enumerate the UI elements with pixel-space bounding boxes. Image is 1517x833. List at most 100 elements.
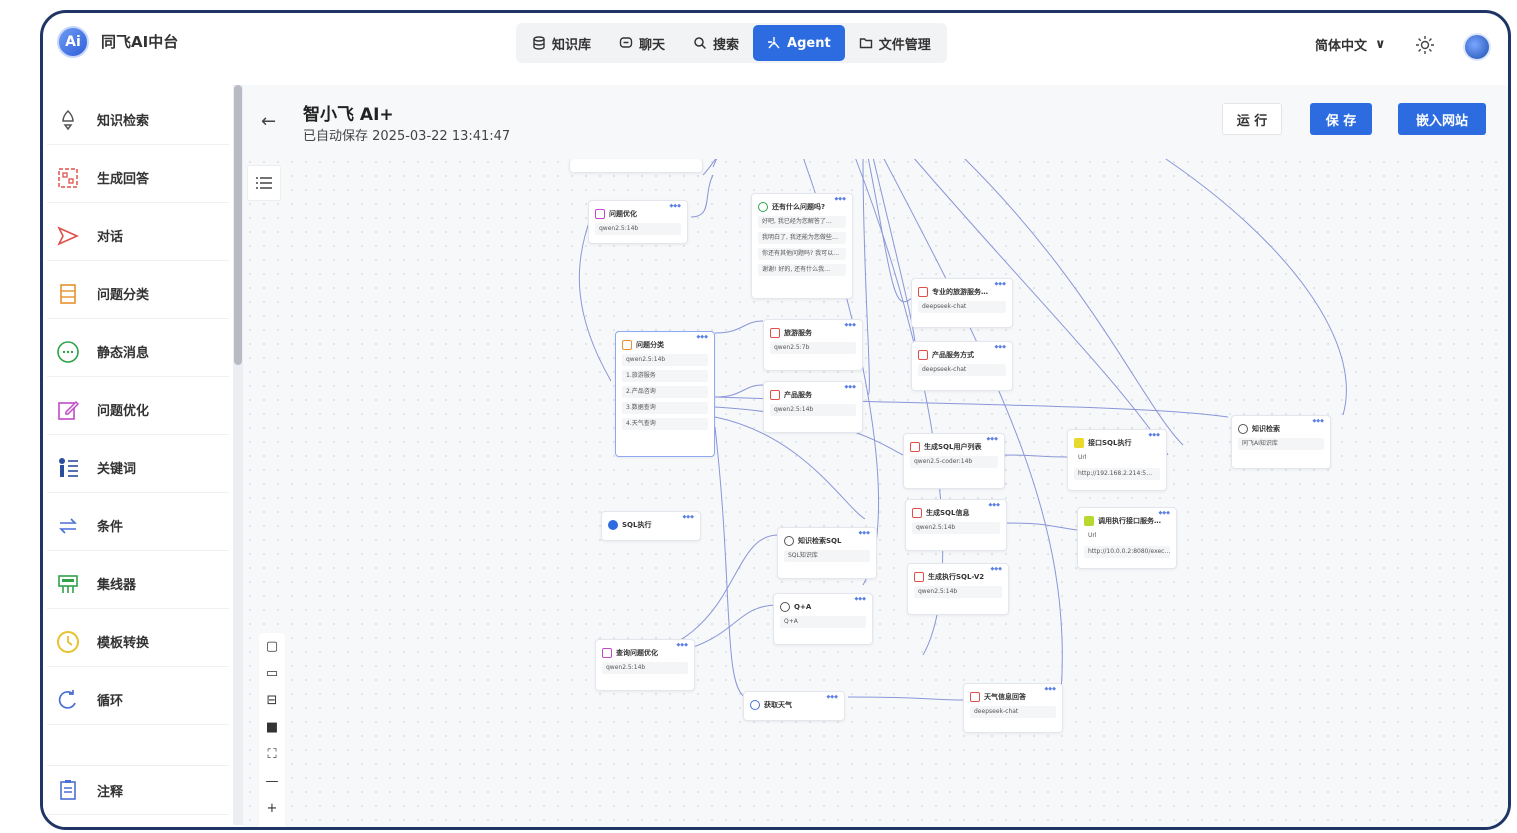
flow-node[interactable]: ◆◆◆ 接口SQL执行 Url http://192.168.2.214:5… xyxy=(1067,429,1167,491)
node-field: qwen2.5:14b xyxy=(912,522,1000,534)
back-arrow-icon[interactable]: ← xyxy=(261,111,276,132)
node-field: 谢谢! 好的, 还有什么我… xyxy=(758,264,846,276)
generate-icon xyxy=(914,572,924,582)
node-tag: ◆◆◆ xyxy=(844,384,856,390)
edit-icon xyxy=(55,397,81,423)
palette-item-keyword[interactable]: 关键词 xyxy=(47,443,229,493)
nav-label: 文件管理 xyxy=(878,37,931,53)
node-title: 旅游服务 xyxy=(784,329,812,337)
flow-node[interactable]: ◆◆◆ 旅游服务 qwen2.5:7b xyxy=(763,319,863,371)
node-tag: ◆◆◆ xyxy=(676,642,688,648)
flow-node[interactable]: ◆◆◆ 生成SQL用户列表 qwen2.5-coder:14b xyxy=(903,433,1005,489)
palette-item-loop[interactable]: 循环 xyxy=(47,675,229,725)
flow-node[interactable]: ◆◆◆ 生成执行SQL-V2 qwen2.5:14b xyxy=(907,563,1009,615)
nav-search[interactable]: 搜索 xyxy=(679,25,753,61)
save-icon[interactable]: ▢ xyxy=(262,633,282,660)
node-field: http://192.168.2.214:5… xyxy=(1074,468,1160,480)
node-field: SQL知识库 xyxy=(784,550,870,562)
canvas-tools: ▢ ▭ ⊟ ■ ⛶ — + xyxy=(259,633,285,827)
sidebar-scrollbar[interactable] xyxy=(233,85,243,825)
lock-icon[interactable]: ■ xyxy=(262,714,282,741)
category-icon xyxy=(55,281,81,307)
flow-node[interactable]: ◆◆◆ Q+A Q+A xyxy=(773,593,873,645)
flow-node[interactable]: ◆◆◆ SQL执行 xyxy=(601,511,701,541)
fit-icon[interactable]: ⛶ xyxy=(262,741,282,768)
api-icon xyxy=(1084,516,1094,526)
nav-agent[interactable]: Agent xyxy=(753,25,845,61)
flow-node[interactable]: ◆◆◆ 查询问题优化 qwen2.5:14b xyxy=(595,639,695,691)
language-select[interactable]: 简体中文 ∨ xyxy=(1315,35,1386,54)
zoom-in-icon[interactable]: + xyxy=(262,795,282,822)
palette-item-optimize[interactable]: 问题优化 xyxy=(47,385,229,435)
nav-files[interactable]: 文件管理 xyxy=(845,25,945,61)
nav-chat[interactable]: 聊天 xyxy=(605,25,679,61)
sun-icon[interactable] xyxy=(1415,35,1435,55)
palette-item-template[interactable]: 模板转换 xyxy=(47,617,229,667)
app-logo[interactable]: Ai xyxy=(57,26,89,58)
flow-canvas[interactable]: ← 智小飞 AI+ 已自动保存 2025-03-22 13:41:47 运 行 … xyxy=(243,85,1508,827)
node-field: 我明白了, 我还能为您做些… xyxy=(758,232,846,244)
palette-item-generate[interactable]: 生成回答 xyxy=(47,153,229,203)
node-field: 2.产品咨询 xyxy=(622,386,708,398)
node-tag: ◆◆◆ xyxy=(994,344,1006,350)
flow-node[interactable]: ◆◆◆ 还有什么问题吗? 好吧, 我已经为您解答了… 我明白了, 我还能为您做些… xyxy=(751,193,853,299)
flow-node[interactable]: ◆◆◆ 生成SQL信息 qwen2.5:14b xyxy=(905,499,1007,551)
node-field: 好吧, 我已经为您解答了… xyxy=(758,216,846,228)
node-tag: ◆◆◆ xyxy=(990,566,1002,572)
generate-icon xyxy=(910,442,920,452)
database-icon xyxy=(533,36,545,50)
node-tag: ◆◆◆ xyxy=(696,334,708,340)
palette-item-hub[interactable]: 集线器 xyxy=(47,559,229,609)
import-icon[interactable]: ⊟ xyxy=(262,687,282,714)
node-field: qwen2.5-coder:14b xyxy=(910,456,998,468)
node-title: 生成执行SQL-V2 xyxy=(928,573,985,581)
flow-title: 智小飞 AI+ xyxy=(303,105,394,125)
edit-icon xyxy=(595,209,605,219)
palette-item-classify[interactable]: 问题分类 xyxy=(47,269,229,319)
node-title: 生成SQL信息 xyxy=(926,509,970,517)
search-icon xyxy=(694,37,707,50)
flow-node-partial[interactable] xyxy=(569,159,703,173)
main-nav: 知识库 聊天 搜索 Agent 文件管理 xyxy=(516,23,947,63)
generate-icon xyxy=(770,390,780,400)
folder-icon[interactable]: ▭ xyxy=(262,660,282,687)
palette-item-dialog[interactable]: 对话 xyxy=(47,211,229,261)
node-tag: ◆◆◆ xyxy=(854,596,866,602)
node-palette: 知识检索 生成回答 对话 问题分类 静态消息 问题优化 关键词 条件 集线器 模… xyxy=(43,85,233,827)
generate-icon xyxy=(770,328,780,338)
flow-node[interactable]: ◆◆◆ 问题优化 qwen2.5:14b xyxy=(588,200,688,244)
list-toggle-button[interactable] xyxy=(247,165,281,201)
palette-label: 对话 xyxy=(97,230,124,245)
node-tag: ◆◆◆ xyxy=(858,530,870,536)
user-avatar[interactable] xyxy=(1463,33,1491,61)
flow-node[interactable]: ◆◆◆ 调用执行接口服务… Url http://10.0.0.2:8080/e… xyxy=(1077,507,1177,569)
generate-icon xyxy=(970,692,980,702)
scroll-thumb[interactable] xyxy=(234,85,242,365)
palette-item-condition[interactable]: 条件 xyxy=(47,501,229,551)
flow-node[interactable]: ◆◆◆ 知识检索 同飞AI知识库 xyxy=(1231,415,1331,469)
palette-item-retrieval[interactable]: 知识检索 xyxy=(47,95,229,145)
embed-button[interactable]: 嵌入网站 xyxy=(1398,103,1486,135)
palette-item-note[interactable]: 注释 xyxy=(47,765,229,815)
node-tag: ◆◆◆ xyxy=(669,203,681,209)
save-button[interactable]: 保 存 xyxy=(1310,103,1372,135)
flow-node-selected[interactable]: ◆◆◆ 问题分类 qwen2.5:14b 1.旅游服务 2.产品咨询 3.数据查… xyxy=(615,331,715,457)
palette-label: 问题分类 xyxy=(97,288,150,303)
flow-node[interactable]: ◆◆◆ 知识检索SQL SQL知识库 xyxy=(777,527,877,579)
run-button[interactable]: 运 行 xyxy=(1222,103,1282,135)
autosave-status: 已自动保存 2025-03-22 13:41:47 xyxy=(303,129,511,144)
node-tag: ◆◆◆ xyxy=(1158,510,1170,516)
nav-knowledge[interactable]: 知识库 xyxy=(518,25,605,61)
node-title: 知识检索 xyxy=(1252,425,1280,433)
palette-item-message[interactable]: 静态消息 xyxy=(47,327,229,377)
node-tag: ◆◆◆ xyxy=(1148,432,1160,438)
node-field: deepseek-chat xyxy=(970,706,1056,718)
flow-node[interactable]: ◆◆◆ 产品服务 qwen2.5:14b xyxy=(763,381,863,433)
node-field: 同飞AI知识库 xyxy=(1238,438,1324,450)
generate-icon xyxy=(918,287,928,297)
flow-node[interactable]: ◆◆◆ 产品服务方式 deepseek-chat xyxy=(911,341,1013,391)
zoom-out-icon[interactable]: — xyxy=(262,768,282,795)
flow-node[interactable]: ◆◆◆ 获取天气 xyxy=(743,691,845,721)
flow-node[interactable]: ◆◆◆ 专业的旅游服务… deepseek-chat xyxy=(911,278,1013,328)
flow-node[interactable]: ◆◆◆ 天气信息回答 deepseek-chat xyxy=(963,683,1063,733)
